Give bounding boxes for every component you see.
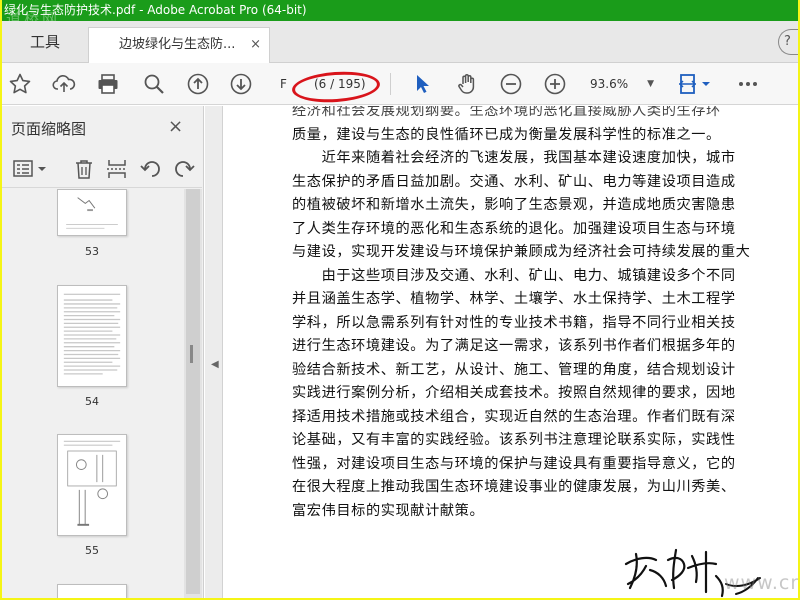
- document-line: 生态保护的矛盾日益加剧。交通、水利、矿山、电力等建设项目造成: [292, 173, 736, 190]
- zoom-in-icon[interactable]: [543, 72, 567, 96]
- tab-document-label: 边坡绿化与生态防...: [119, 37, 236, 52]
- sidebar-scrollbar-thumb[interactable]: [186, 189, 200, 594]
- sidebar-scrollbar[interactable]: [184, 189, 202, 598]
- document-line: 的植被破坏和新增水土流失，影响了生态景观，并造成地质灾害隐患: [292, 197, 736, 213]
- thumbnail-label: 54: [85, 395, 99, 408]
- fit-page-icon[interactable]: [676, 72, 716, 96]
- document-line: 与建设，实现开发建设与环境保护兼顾成为经济社会可持续发展的重大: [292, 244, 751, 260]
- document-view[interactable]: 经济和社会发展规划纲要。生态环境的恶化直接威胁人类的生存环质量，建设与生态的良性…: [224, 106, 798, 598]
- extract-page-icon[interactable]: [105, 158, 129, 180]
- document-line: 并且涵盖生态学、植物学、林学、土壤学、水土保持学、土木工程学: [292, 291, 736, 307]
- document-line: 实践进行案例分析，介绍相关成套技术。按照自然规律的要求，因地: [292, 385, 736, 401]
- page-thumbnail-53[interactable]: [57, 189, 127, 236]
- sidebar-close-button[interactable]: ×: [168, 116, 183, 137]
- zoom-out-icon[interactable]: [499, 72, 523, 96]
- collapse-left-icon[interactable]: ◀: [211, 359, 219, 370]
- document-line: 论基础，又有丰富的实践经验。该系列书注意理论联系实际，实践性: [292, 432, 736, 448]
- star-icon[interactable]: [8, 72, 32, 96]
- document-line: 性强，对建设项目生态与环境的保护与建设具有重要指导意义，它的: [292, 455, 736, 472]
- rotate-right-icon[interactable]: [172, 158, 196, 180]
- sidebar-title: 页面缩略图: [11, 120, 87, 138]
- thumbnail-list: 53 54 55: [2, 189, 184, 598]
- document-line: 质量，建设与生态的良性循环已成为衡量发展科学性的标准之一。: [292, 126, 721, 143]
- page-thumbnail-56[interactable]: [57, 584, 127, 598]
- tab-document[interactable]: 边坡绿化与生态防... ×: [88, 27, 270, 63]
- toolbar-divider: [390, 73, 391, 95]
- acrobat-window: 绿化与生态防护技术.pdf - Adobe Acrobat Pro (64-bi…: [2, 0, 798, 598]
- thumbnail-label: 53: [85, 245, 99, 258]
- document-line: 经济和社会发展规划纲要。生态环境的恶化直接威胁人类的生存环: [292, 106, 721, 119]
- chevron-down-icon: ▼: [647, 79, 654, 89]
- document-line: 择适用技术措施或技术组合，实现近自然的生态治理。作者们既有深: [292, 408, 736, 425]
- zoom-value: 93.6%: [590, 77, 629, 91]
- zoom-dropdown[interactable]: 93.6% ▼: [590, 71, 658, 97]
- options-menu-icon[interactable]: [12, 158, 48, 180]
- zoom-search-icon[interactable]: [142, 72, 166, 96]
- title-bar: 绿化与生态防护技术.pdf - Adobe Acrobat Pro (64-bi…: [2, 0, 798, 21]
- window-title: 绿化与生态防护技术.pdf - Adobe Acrobat Pro (64-bi…: [4, 3, 307, 17]
- thumbnail-sidebar: 页面缩略图 × 53 54 55: [2, 106, 204, 598]
- tab-close-button[interactable]: ×: [250, 28, 261, 62]
- page-number-input[interactable]: F: [280, 71, 294, 97]
- print-icon[interactable]: [96, 72, 120, 96]
- thumbnail-label: 55: [85, 544, 99, 557]
- hand-icon[interactable]: [455, 72, 479, 96]
- page-thumbnail-54[interactable]: [57, 285, 127, 387]
- document-line: 在很大程度上推动我国生态环境建设事业的健康发展，为山川秀美、: [292, 479, 736, 495]
- help-button[interactable]: ?: [778, 29, 798, 55]
- more-icon[interactable]: [736, 72, 760, 96]
- panel-splitter[interactable]: ◀: [205, 106, 223, 598]
- document-line: 进行生态环境建设。为了满足这一需求，该系列书作者们根据多年的: [292, 338, 736, 354]
- page-down-icon[interactable]: [229, 72, 253, 96]
- document-line: 富宏伟目标的实现献计献策。: [292, 502, 485, 519]
- select-arrow-icon[interactable]: [410, 72, 434, 96]
- document-line: 由于这些项目涉及交通、水利、矿山、电力、城镇建设多个不同: [292, 267, 736, 284]
- page-up-icon[interactable]: [186, 72, 210, 96]
- document-line: 学科，所以急需系列有针对性的专业技术书籍，指导不同行业相关技: [292, 314, 736, 331]
- delete-page-icon[interactable]: [72, 158, 96, 180]
- page-count: (6 / 195): [314, 77, 366, 91]
- tab-tools[interactable]: 工具: [2, 21, 88, 63]
- document-line: 了人类生存环境的恶化和生态系统的退化。加强建设项目生态与环境: [292, 220, 736, 237]
- toolbar: F (6 / 195) 93.6% ▼: [2, 63, 798, 105]
- rotate-left-icon[interactable]: [139, 158, 163, 180]
- sidebar-resize-grip[interactable]: [190, 345, 193, 363]
- tab-bar: 工具 边坡绿化与生态防... × ?: [2, 21, 798, 63]
- document-text: 经济和社会发展规划纲要。生态环境的恶化直接威胁人类的生存环质量，建设与生态的良性…: [292, 106, 798, 523]
- document-line: 验结合新技术、新工艺，从设计、施工、管理的角度，结合规划设计: [292, 361, 736, 378]
- watermark-url: www.cndao.com: [724, 572, 798, 594]
- upload-icon[interactable]: [52, 72, 76, 96]
- page-thumbnail-55[interactable]: [57, 434, 127, 536]
- sidebar-toolbar: [2, 150, 202, 188]
- document-line: 近年来随着社会经济的飞速发展，我国基本建设速度加快，城市: [292, 150, 736, 166]
